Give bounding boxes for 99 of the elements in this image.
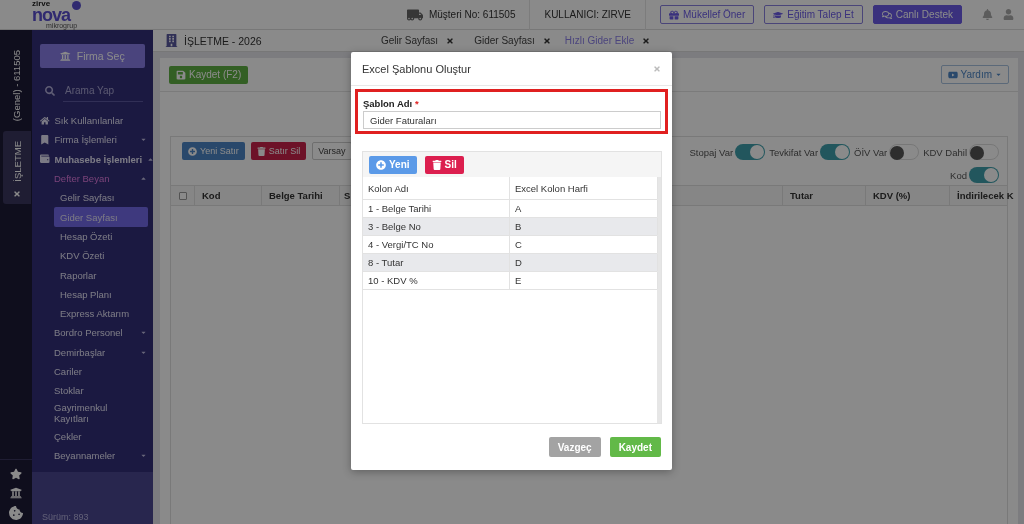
- save-button[interactable]: Kaydet: [609, 437, 661, 458]
- checkbox[interactable]: [178, 191, 187, 200]
- grid-button[interactable]: Satır Sil: [250, 142, 307, 160]
- column-header: Belge Tarihi: [262, 186, 340, 205]
- menu-item[interactable]: Sık Kullanılanlar: [32, 111, 153, 131]
- header-button[interactable]: Canlı Destek: [872, 5, 962, 24]
- switch-label: KDV Dahil: [923, 146, 967, 158]
- menu-item[interactable]: Gelir Sayfası: [32, 188, 153, 208]
- module-tab[interactable]: İŞLETME: [3, 131, 31, 204]
- header-button[interactable]: Mükellef Öner: [660, 5, 755, 24]
- switch-label: Kod: [950, 169, 967, 181]
- menu-item[interactable]: Express Aktarım: [32, 303, 153, 324]
- menu-item[interactable]: KDV Özeti: [32, 246, 153, 266]
- graduation-cap-icon: [773, 9, 784, 20]
- table-cell: C: [510, 236, 658, 253]
- grid-button[interactable]: Varsay: [312, 142, 352, 160]
- version-badge: [72, 0, 81, 10]
- video-icon: [947, 69, 958, 80]
- trash-icon: [431, 159, 442, 170]
- column-header: Kod: [195, 186, 262, 205]
- toggle-switch[interactable]: [969, 167, 999, 183]
- search-field[interactable]: Arama Yap: [63, 80, 143, 102]
- menu-item[interactable]: Raporlar: [32, 265, 153, 285]
- wallet-icon: [40, 154, 50, 164]
- switch-label: Stopaj Var: [689, 146, 734, 158]
- column-header: Excel Kolon Harfi: [510, 177, 658, 199]
- menu-item[interactable]: Gayrimenkul Kayıtları: [32, 400, 153, 427]
- switch-label: ÖİV Var: [854, 146, 888, 158]
- account-label: (Genel) - 611505: [10, 50, 22, 122]
- plus-icon: [188, 146, 197, 156]
- firm-select-button[interactable]: Firma Seç: [40, 44, 145, 68]
- table-button[interactable]: Yeni: [369, 155, 417, 174]
- menu-item[interactable]: Stoklar: [32, 381, 153, 401]
- page-tab[interactable]: Gelir Sayfası: [370, 29, 465, 52]
- menu-item[interactable]: Çekler: [32, 426, 153, 446]
- table-cell: 8 - Tutar: [363, 254, 510, 271]
- toggle-switch[interactable]: [889, 144, 920, 160]
- caret-icon: [140, 136, 147, 144]
- user-name: KULLANICI: ZIRVE: [544, 9, 631, 20]
- menu-item[interactable]: Beyannameler: [32, 445, 153, 466]
- menu-item[interactable]: Cariler: [32, 361, 153, 382]
- bank-icon[interactable]: [10, 487, 22, 499]
- home-icon: [40, 115, 50, 126]
- menu-item[interactable]: Demirbaşlar: [32, 342, 153, 362]
- menu-item[interactable]: Defter Beyan: [32, 168, 153, 189]
- table-cell: B: [510, 218, 658, 235]
- workspace-title: İŞLETME - 2026: [184, 34, 262, 47]
- close-icon[interactable]: [13, 189, 21, 198]
- customer-number: Müşteri No: 611505: [428, 9, 516, 20]
- header-button[interactable]: Eğitim Talep Et: [764, 5, 863, 24]
- building-icon: [165, 34, 178, 47]
- gift-icon: [669, 9, 679, 20]
- plus-icon: [376, 159, 386, 170]
- table-cell: E: [510, 272, 658, 289]
- caret-icon: [140, 175, 147, 183]
- table-cell: 4 - Vergi/TC No: [363, 236, 510, 253]
- dialog-title: Excel Şablonu Oluştur: [362, 62, 471, 75]
- toggle-switch[interactable]: [820, 144, 851, 160]
- table-cell: A: [510, 200, 658, 217]
- close-icon[interactable]: [542, 36, 551, 45]
- help-button[interactable]: Yardım: [940, 65, 1009, 84]
- table-cell: 1 - Belge Tarihi: [363, 200, 510, 217]
- menu-item[interactable]: Hesap Özeti: [32, 226, 153, 247]
- close-icon[interactable]: [642, 36, 651, 45]
- trash-icon: [256, 146, 266, 156]
- star-icon[interactable]: [10, 468, 22, 480]
- column-header: Kolon Adı: [363, 177, 510, 199]
- toggle-switch[interactable]: [969, 144, 999, 160]
- close-icon[interactable]: [446, 36, 455, 45]
- column-header: KDV (%): [866, 186, 950, 205]
- page-tab[interactable]: Hızlı Gider Ekle: [560, 29, 655, 52]
- column-header: Tutar: [783, 186, 866, 205]
- chat-icon: [881, 9, 892, 20]
- menu-item[interactable]: Hesap Planı: [32, 284, 153, 304]
- cookie-icon[interactable]: [9, 506, 23, 520]
- page-tab[interactable]: Gider Sayfası: [465, 29, 560, 52]
- switch-label: Tevkifat Var: [769, 146, 819, 158]
- menu-item[interactable]: Muhasebe İşlemleri: [32, 149, 153, 169]
- grid-button[interactable]: Yeni Satır: [182, 142, 245, 160]
- logo-text: nova: [32, 6, 70, 24]
- menu-item[interactable]: Bordro Personel: [32, 323, 153, 343]
- table-cell: 10 - KDV %: [363, 272, 510, 289]
- table-cell: D: [510, 254, 658, 271]
- field-label: Şablon Adı *: [363, 98, 420, 109]
- toggle-switch[interactable]: [735, 144, 766, 160]
- table-button[interactable]: Sil: [424, 155, 464, 174]
- table-cell: 3 - Belge No: [363, 218, 510, 235]
- bookmark-icon: [40, 135, 50, 145]
- bank-icon: [60, 50, 71, 62]
- cancel-button[interactable]: Vazgeç: [548, 437, 601, 458]
- caret-icon: [995, 71, 1002, 78]
- search-icon: [45, 86, 55, 96]
- truck-icon: [406, 6, 423, 23]
- column-header: İndirilecek K: [950, 186, 1024, 205]
- logo-text: zirve: [32, 0, 51, 7]
- menu-item[interactable]: Firma İşlemleri: [32, 130, 153, 150]
- input-field[interactable]: Gider Faturaları: [363, 111, 661, 129]
- caret-icon: [140, 329, 147, 337]
- save-button[interactable]: Kaydet (F2): [169, 65, 249, 84]
